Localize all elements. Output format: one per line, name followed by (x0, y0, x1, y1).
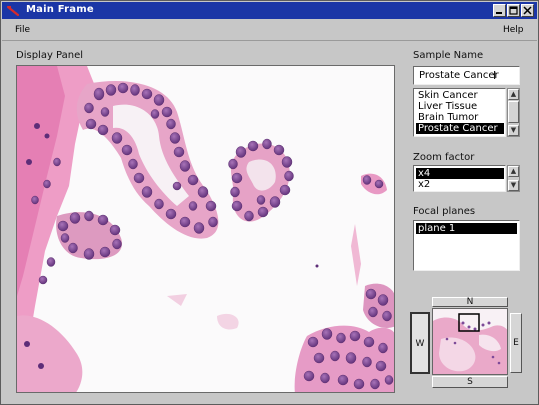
scroll-up-icon[interactable]: ▲ (508, 89, 519, 100)
scroll-down-icon[interactable]: ▼ (508, 125, 519, 136)
minimize-button[interactable] (493, 4, 506, 17)
focal-option-plane-1[interactable]: plane 1 (416, 223, 517, 234)
zoom-list[interactable]: x4 x2 (413, 165, 506, 192)
zoom-list-scrollbar[interactable]: ▲ ▼ (507, 165, 520, 192)
zoom-option-x2[interactable]: x2 (416, 179, 504, 190)
scroll-down-icon[interactable]: ▼ (508, 180, 519, 191)
sample-name-value: Prostate Cancer (419, 70, 499, 81)
sample-name-label: Sample Name (413, 50, 484, 61)
navigate-east-button[interactable]: E (510, 313, 522, 373)
navigate-west-button[interactable]: W (410, 312, 430, 374)
title-bar[interactable]: Main Frame (2, 2, 537, 19)
sample-list[interactable]: Skin Cancer Liver Tissue Brain Tumor Pro… (413, 88, 506, 137)
display-panel[interactable] (16, 65, 395, 393)
navigate-south-button[interactable]: S (432, 376, 508, 388)
maximize-icon (509, 6, 518, 15)
sample-option-brain-tumor[interactable]: Brain Tumor (416, 112, 504, 123)
sample-option-liver-tissue[interactable]: Liver Tissue (416, 101, 504, 112)
zoom-factor-label: Zoom factor (413, 152, 475, 163)
app-icon (7, 5, 19, 16)
menu-bar: File Help (2, 19, 537, 41)
minimap-thumbnail (433, 309, 507, 374)
text-cursor-icon: I (493, 69, 497, 82)
sample-list-scrollbar[interactable]: ▲ ▼ (507, 88, 520, 137)
maximize-button[interactable] (507, 4, 520, 17)
window-title: Main Frame (26, 4, 94, 15)
menu-help[interactable]: Help (503, 25, 524, 35)
main-window: Main Frame File Help Display Panel Sampl… (0, 0, 539, 405)
scroll-up-icon[interactable]: ▲ (508, 166, 519, 177)
sample-option-skin-cancer[interactable]: Skin Cancer (416, 90, 504, 101)
zoom-option-x4[interactable]: x4 (416, 168, 504, 179)
display-panel-label: Display Panel (16, 50, 84, 61)
close-icon (523, 6, 532, 15)
scroll-thumb[interactable] (508, 101, 519, 123)
minimize-icon (496, 12, 502, 14)
sample-option-prostate-cancer[interactable]: Prostate Cancer (416, 123, 504, 134)
menu-file[interactable]: File (15, 25, 30, 35)
tissue-image (17, 66, 394, 392)
close-button[interactable] (521, 4, 534, 17)
focal-planes-label: Focal planes (413, 206, 476, 217)
sample-name-input[interactable]: Prostate Cancer I (413, 66, 520, 85)
focal-planes-list[interactable]: plane 1 (413, 220, 520, 271)
navigate-north-button[interactable]: N (432, 297, 508, 307)
navigator-minimap[interactable] (432, 308, 508, 375)
